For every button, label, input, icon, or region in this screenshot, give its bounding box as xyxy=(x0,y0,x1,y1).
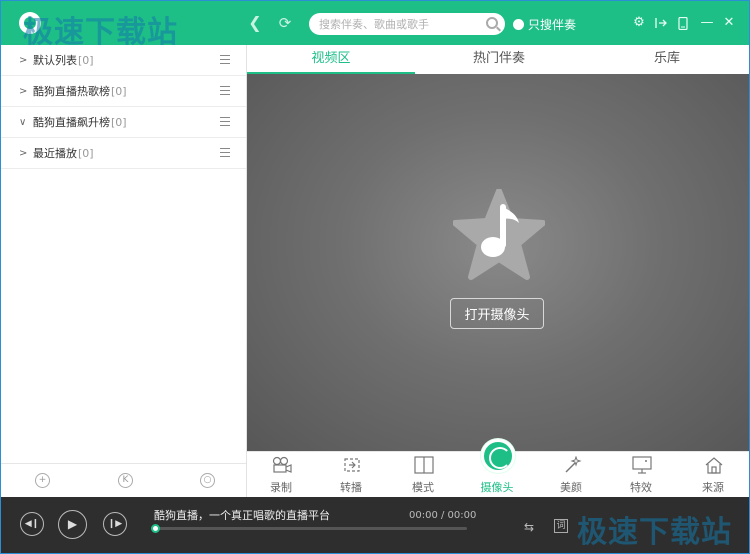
tool-label: 模式 xyxy=(412,481,434,494)
tool-label: 摄像头 xyxy=(480,481,514,494)
watermark-bottom: 极速下载站 xyxy=(577,515,732,550)
home-icon xyxy=(705,457,723,474)
refresh-icon[interactable]: ⟳ xyxy=(275,13,295,33)
play-mode-icon[interactable]: ⇆ xyxy=(524,520,534,534)
music-star-icon xyxy=(452,188,546,281)
app-window: 极速下载站 ❮ ⟳ 只搜伴奏 ⚙ — ✕ > 默认列表 [0] > xyxy=(0,0,750,554)
sidebar-footer: + K ○ xyxy=(1,463,246,497)
playlist-count: [0] xyxy=(111,115,127,129)
progress-bar[interactable] xyxy=(151,524,467,533)
playlist-label: 最近播放 xyxy=(33,147,77,160)
playlist-count: [0] xyxy=(78,53,94,67)
k-icon[interactable]: K xyxy=(118,473,133,488)
hamburger-menu-icon[interactable] xyxy=(220,148,230,157)
tab-music-library[interactable]: 乐库 xyxy=(583,45,749,74)
tool-label: 来源 xyxy=(702,481,724,494)
tool-label: 特效 xyxy=(630,481,652,494)
record-button[interactable]: 录制 xyxy=(251,452,311,498)
hamburger-menu-icon[interactable] xyxy=(220,86,230,95)
camera-button[interactable]: 摄像头 xyxy=(467,439,527,498)
mobile-icon[interactable] xyxy=(673,13,693,33)
playlist-label: 默认列表 xyxy=(33,54,77,67)
playlist-item-rising[interactable]: ∨ 酷狗直播飙升榜 [0] xyxy=(1,107,246,138)
camera-circle-icon xyxy=(481,439,515,473)
tool-label: 美颜 xyxy=(560,481,582,494)
playlist-count: [0] xyxy=(78,146,94,160)
lyrics-icon[interactable]: 词 xyxy=(554,519,568,533)
playback-time: 00:00 / 00:00 xyxy=(409,510,477,521)
tool-label: 转播 xyxy=(340,481,362,494)
progress-knob[interactable] xyxy=(151,524,160,533)
magic-wand-icon xyxy=(565,456,582,473)
relay-icon xyxy=(344,458,360,472)
tool-label: 录制 xyxy=(270,481,292,494)
live-toolbar: 录制 转播 模式 摄像头 美颜 特效 来源 xyxy=(247,439,749,498)
playlist-sidebar: > 默认列表 [0] > 酷狗直播热歌榜 [0] ∨ 酷狗直播飙升榜 [0] >… xyxy=(1,45,247,497)
search-circle-icon[interactable]: ○ xyxy=(200,473,215,488)
close-icon[interactable]: ✕ xyxy=(719,13,739,33)
effects-button[interactable]: 特效 xyxy=(611,452,671,498)
open-camera-button[interactable]: 打开摄像头 xyxy=(450,298,544,329)
layout-mode-icon xyxy=(414,456,434,474)
chevron-right-icon: > xyxy=(19,85,28,97)
play-icon[interactable]: ▶ xyxy=(58,510,87,539)
hamburger-menu-icon[interactable] xyxy=(220,117,230,126)
search-box xyxy=(309,13,505,35)
playlist-item-hot-songs[interactable]: > 酷狗直播热歌榜 [0] xyxy=(1,76,246,107)
only-accompaniment-option[interactable]: 只搜伴奏 xyxy=(513,16,576,32)
video-camera-icon xyxy=(272,456,292,473)
search-input[interactable] xyxy=(319,15,479,33)
back-arrow-icon[interactable]: ❮ xyxy=(245,13,265,33)
chevron-right-icon: > xyxy=(19,147,28,159)
tab-hot-accompaniment[interactable]: 热门伴奏 xyxy=(415,45,583,74)
minimize-icon[interactable]: — xyxy=(697,13,717,33)
add-icon[interactable]: + xyxy=(35,473,50,488)
video-area: 打开摄像头 xyxy=(247,74,749,451)
search-icon[interactable] xyxy=(486,17,498,29)
chevron-right-icon: > xyxy=(19,54,28,66)
previous-track-icon[interactable]: ◀❙ xyxy=(20,512,44,536)
playlist-label: 酷狗直播热歌榜 xyxy=(33,85,110,98)
beauty-button[interactable]: 美颜 xyxy=(541,452,601,498)
now-playing-title: 酷狗直播，一个真正唱歌的直播平台 xyxy=(154,509,330,522)
settings-gear-icon[interactable]: ⚙ xyxy=(629,13,649,33)
playlist-label: 酷狗直播飙升榜 xyxy=(33,116,110,129)
chevron-down-icon: ∨ xyxy=(19,116,27,128)
title-bar: 极速下载站 ❮ ⟳ 只搜伴奏 ⚙ — ✕ xyxy=(1,1,749,50)
relay-button[interactable]: 转播 xyxy=(321,452,381,498)
playlist-item-default[interactable]: > 默认列表 [0] xyxy=(1,45,246,76)
tab-video-zone[interactable]: 视频区 xyxy=(247,45,415,74)
login-icon[interactable] xyxy=(651,13,671,33)
next-track-icon[interactable]: ❙▶ xyxy=(103,512,127,536)
main-tabs: 视频区 热门伴奏 乐库 xyxy=(247,45,749,74)
playlist-item-recent[interactable]: > 最近播放 [0] xyxy=(1,138,246,169)
only-accompaniment-label: 只搜伴奏 xyxy=(528,17,577,32)
monitor-icon xyxy=(632,456,652,474)
playlist-count: [0] xyxy=(111,84,127,98)
mode-button[interactable]: 模式 xyxy=(393,452,453,498)
radio-icon[interactable] xyxy=(513,18,524,30)
source-button[interactable]: 来源 xyxy=(683,452,743,498)
hamburger-menu-icon[interactable] xyxy=(220,55,230,64)
